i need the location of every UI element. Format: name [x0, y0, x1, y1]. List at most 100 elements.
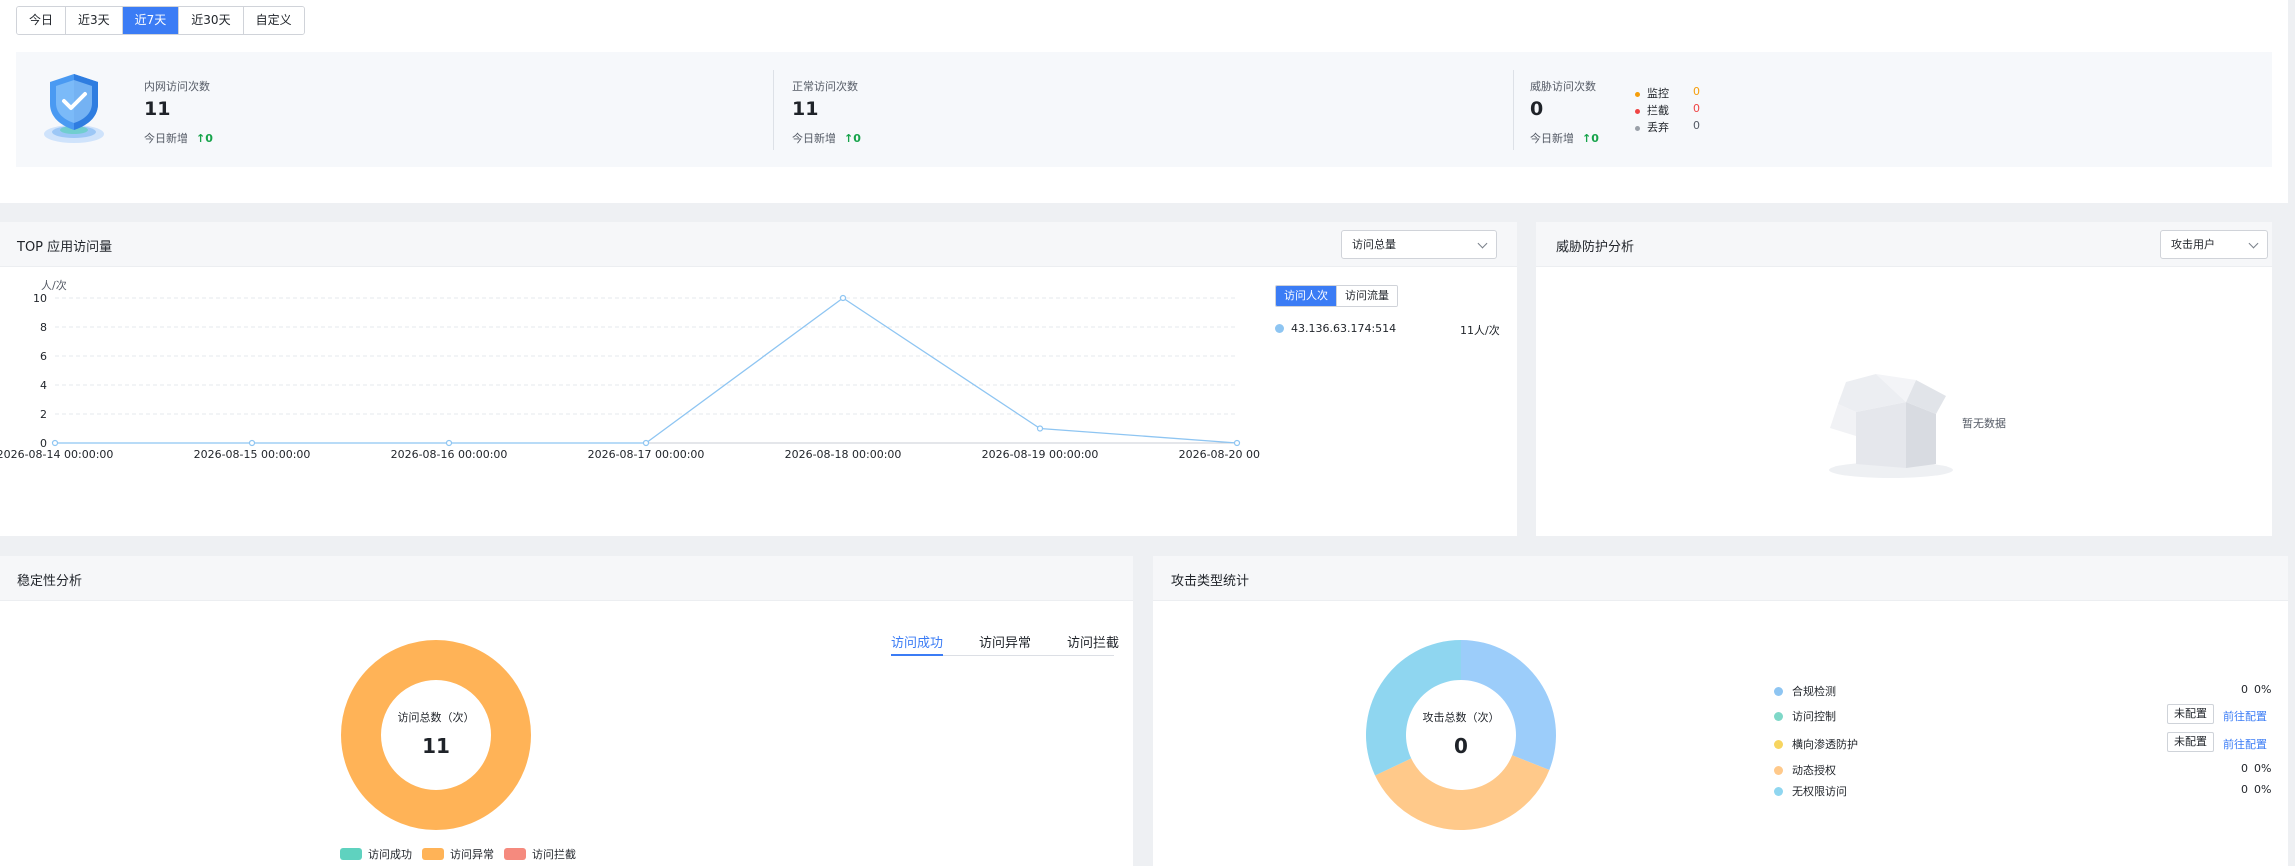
access-line-chart: 人/次02468102026-08-14 00:00:00 2026-08-15 …: [0, 278, 1260, 461]
stat-normal-value: 11: [792, 98, 819, 120]
range-7days-button[interactable]: 近7天: [122, 7, 180, 34]
y-tick-label: 8: [40, 321, 47, 334]
y-tick-label: 2: [40, 408, 47, 421]
stat-internal-up: ↑0: [196, 132, 213, 145]
range-custom-button[interactable]: 自定义: [243, 7, 304, 34]
go-configure-link[interactable]: 前往配置: [2223, 736, 2267, 752]
data-point[interactable]: [839, 294, 847, 302]
stat-normal-today-value: 0: [853, 132, 861, 145]
stat-divider: [773, 70, 774, 150]
dot-icon: [1774, 687, 1783, 696]
x-tick-label: 2026-08-15 00:00:00: [194, 448, 311, 461]
legend-item-blocked[interactable]: 访问拦截: [504, 846, 576, 862]
toggle-visits-button[interactable]: 访问人次: [1276, 286, 1337, 306]
data-point[interactable]: [1036, 425, 1044, 432]
donut-slice[interactable]: [1366, 640, 1461, 776]
attack-donut-chart: 攻击总数（次） 0: [1366, 640, 1556, 830]
stat-internal: 内网访问次数 11 今日新增 ↑0: [16, 52, 776, 167]
threat-monitor-item: 监控 0: [1635, 85, 1700, 101]
data-point[interactable]: [51, 439, 59, 447]
legend-label-success: 访问成功: [368, 848, 412, 861]
tab-error[interactable]: 访问异常: [979, 632, 1031, 656]
stat-normal-today: 今日新增 ↑0: [792, 130, 861, 146]
attack-pct: 0%: [2254, 762, 2272, 775]
stat-threat-today-label: 今日新增: [1530, 132, 1574, 145]
data-point[interactable]: [248, 439, 256, 447]
series-legend-item[interactable]: 43.136.63.174:514: [1275, 322, 1396, 335]
threat-drop-item: 丢弃 0: [1635, 119, 1700, 135]
legend-swatch: [422, 848, 444, 860]
not-configured-badge: 未配置: [2167, 704, 2214, 724]
stat-normal-today-label: 今日新增: [792, 132, 836, 145]
y-axis-label: 人/次: [41, 278, 67, 292]
empty-box-icon: [1829, 374, 1953, 478]
stat-internal-today: 今日新增 ↑0: [144, 130, 213, 146]
stat-internal-today-value: 0: [205, 132, 213, 145]
legend-label-error: 访问异常: [450, 848, 494, 861]
stat-threat-today-value: 0: [1591, 132, 1599, 145]
stat-normal-label: 正常访问次数: [792, 80, 858, 93]
attack-count: 0: [2241, 762, 2248, 775]
x-tick-label: 2026-08-16 00:00:00: [391, 448, 508, 461]
metric-toggle: 访问人次 访问流量: [1275, 285, 1398, 307]
stat-threat-label: 威胁访问次数: [1530, 80, 1596, 93]
threat-monitor-value: 0: [1693, 85, 1700, 98]
metric-select[interactable]: 访问总量: [1341, 230, 1497, 259]
donut-center-value: 11: [422, 734, 450, 758]
panel-header: 威胁防护分析 攻击用户: [1536, 222, 2272, 267]
threat-drop-label: 丢弃: [1647, 121, 1669, 134]
threat-block-label: 拦截: [1647, 104, 1669, 117]
attack-name: 访问控制: [1792, 710, 1836, 723]
threat-monitor-label: 监控: [1647, 87, 1669, 100]
attack-name: 横向渗透防护: [1792, 738, 1858, 751]
threat-block-item: 拦截 0: [1635, 102, 1700, 118]
overview-section: 今日 近3天 近7天 近30天 自定义 内网访问次数 11 今日新增 ↑0 正常访…: [0, 0, 2288, 203]
date-range-group: 今日 近3天 近7天 近30天 自定义: [16, 6, 305, 35]
y-tick-label: 4: [40, 379, 47, 392]
donut-slice[interactable]: [1375, 755, 1550, 830]
donut-center-value: 0: [1454, 734, 1468, 758]
attack-pct: 0%: [2254, 783, 2272, 796]
chevron-down-icon: [2248, 238, 2259, 249]
dot-icon: [1635, 125, 1640, 131]
stats-bar: 内网访问次数 11 今日新增 ↑0 正常访问次数 11 今日新增 ↑0 威胁访问次数…: [16, 52, 2272, 167]
x-tick-label: 2026-08-20 00:00:00: [1179, 448, 1260, 461]
chevron-down-icon: [1477, 238, 1488, 249]
stat-threat-today: 今日新增 ↑0: [1530, 130, 1599, 146]
range-3days-button[interactable]: 近3天: [66, 7, 123, 34]
donut-slice[interactable]: [1461, 640, 1556, 770]
y-tick-label: 6: [40, 350, 47, 363]
legend-item-success[interactable]: 访问成功: [340, 846, 412, 862]
data-point[interactable]: [1233, 439, 1241, 447]
attack-name: 合规检测: [1792, 685, 1836, 698]
range-30days-button[interactable]: 近30天: [179, 7, 244, 34]
legend-swatch: [340, 848, 362, 860]
legend-item-error[interactable]: 访问异常: [422, 846, 494, 862]
metric-select-value: 访问总量: [1352, 238, 1396, 251]
data-point[interactable]: [642, 439, 650, 447]
x-tick-label: 2026-08-18 00:00:00: [785, 448, 902, 461]
attack-types-title: 攻击类型统计: [1171, 574, 1250, 589]
data-point[interactable]: [445, 439, 453, 447]
stability-tabs: 访问成功 访问异常 访问拦截: [891, 632, 1119, 656]
series-legend-value: 11人/次: [1460, 324, 1500, 337]
stat-threat: 威胁访问次数 0 今日新增 ↑0 监控 0 拦截 0 丢弃 0: [1516, 52, 2256, 167]
threat-drop-value: 0: [1693, 119, 1700, 132]
arrow-up-icon: ↑: [1582, 132, 1592, 145]
go-configure-link[interactable]: 前往配置: [2223, 708, 2267, 724]
attack-row-access-control: 访问控制 未配置 前往配置: [1774, 704, 2274, 729]
dot-icon: [1774, 766, 1783, 775]
toggle-traffic-button[interactable]: 访问流量: [1337, 286, 1397, 306]
range-today-button[interactable]: 今日: [17, 7, 67, 34]
not-configured-badge: 未配置: [2167, 732, 2214, 752]
tab-blocked[interactable]: 访问拦截: [1067, 632, 1119, 656]
page-scrollbar-track[interactable]: [2288, 0, 2295, 866]
threat-protect-panel: 威胁防护分析 攻击用户 暂无数据: [1536, 222, 2272, 536]
attack-pct: 0%: [2254, 683, 2272, 696]
empty-text: 暂无数据: [1962, 417, 2006, 430]
attack-user-select[interactable]: 攻击用户: [2160, 230, 2268, 259]
top-apps-title: TOP 应用访问量: [17, 240, 113, 255]
panel-header: 稳定性分析: [0, 556, 1133, 601]
series-legend-name: 43.136.63.174:514: [1291, 322, 1397, 335]
tab-success[interactable]: 访问成功: [891, 632, 944, 656]
